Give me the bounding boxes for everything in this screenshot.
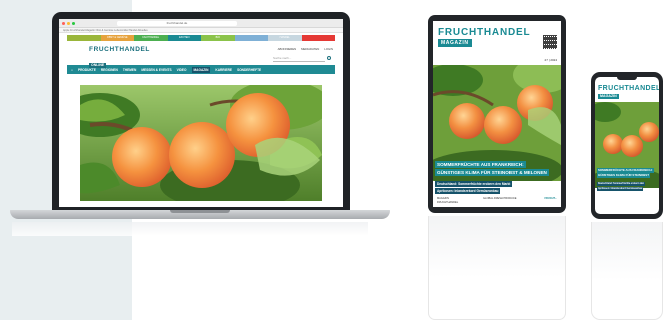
tablet-screen: FRUCHTHANDEL MAGAZIN 27 | 2024 SOMMERFRÜ… <box>433 21 561 207</box>
cover-headline-2: GÜNSTIGES KLIMA FÜR STEINOBST & MELONEN <box>435 169 549 176</box>
nav-item[interactable]: KARRIERE <box>215 68 232 72</box>
tablet-device: FRUCHTHANDEL MAGAZIN 27 | 2024 SOMMERFRÜ… <box>428 15 566 213</box>
hero-image <box>80 85 322 201</box>
laptop-notch <box>170 210 230 213</box>
cover-footer: MAGAZIN FRUCHTHANDEL GLOBAL FRESH PRODUC… <box>433 195 561 207</box>
magazine-sub: MAGAZIN <box>438 39 472 47</box>
home-icon[interactable]: ⌂ <box>71 68 73 72</box>
phone-magazine-title: FRUCHTHANDEL <box>598 85 659 92</box>
magazine-issue: 27 | 2024 <box>544 58 557 62</box>
nav-item[interactable]: VIDEO <box>177 68 187 72</box>
phone-screen: FRUCHTHANDEL MAGAZIN SOMMERFRÜCHTE AUS F… <box>595 77 659 214</box>
logo-badge: ONLINE <box>89 63 107 68</box>
phone-headline-4: Aprikosen: Inlandsrekord Gemüseanbau <box>597 187 644 191</box>
cover-headline-3: Deutschland: Sommerfrüchte erobern den M… <box>435 181 513 187</box>
footer-col2-line1: GLOBAL FRESH PRODUCE <box>483 197 517 200</box>
maximize-window-icon[interactable] <box>72 21 75 25</box>
phone-cover-photo: SOMMERFRÜCHTE AUS FRANKREICH: GÜNSTIGES … <box>595 102 659 188</box>
laptop-device: fruchthandel.de Apple Fruchthandel-Magaz… <box>10 12 390 242</box>
magazine-title: FRUCHTHANDEL <box>438 27 531 38</box>
bookmarks-bar[interactable]: Apple Fruchthandel-Magazin Obst & Gemüse… <box>59 28 343 33</box>
cover-headline-4: Aprikosen: Inlandsrekord Gemüseanbau <box>435 188 501 194</box>
phone-device: FRUCHTHANDEL MAGAZIN SOMMERFRÜCHTE AUS F… <box>591 72 663 219</box>
top-link-subscribe[interactable]: ABONNIEREN <box>278 47 297 51</box>
phone-headline-3: Deutschland: Sommerfrüchte erobern den <box>597 182 646 186</box>
nav-item[interactable]: MAGAZIN <box>191 66 211 73</box>
magazine-header: FRUCHTHANDEL MAGAZIN 27 | 2024 <box>433 21 561 65</box>
nav-item[interactable]: SONDERHEFTE <box>237 68 261 72</box>
site-header: FRUCHTHANDEL ONLINE ABONNIEREN MEDIADATE… <box>59 41 343 68</box>
phone-reflection <box>591 222 663 320</box>
logo-title: FRUCHTHANDEL <box>89 46 150 53</box>
search-icon[interactable] <box>327 56 331 60</box>
site-logo[interactable]: FRUCHTHANDEL ONLINE <box>89 46 150 71</box>
search-input[interactable]: Suche nach... <box>273 55 325 62</box>
laptop-reflection <box>12 222 368 236</box>
url-bar[interactable]: fruchthandel.de <box>117 20 237 26</box>
footer-col1-line2: FRUCHTHANDEL <box>437 200 459 204</box>
cover-photo: SOMMERFRÜCHTE AUS FRANKREICH: GÜNSTIGES … <box>433 65 561 181</box>
close-window-icon[interactable] <box>62 21 65 25</box>
tablet-reflection <box>428 216 566 320</box>
top-link-login[interactable]: LOGIN <box>324 47 333 51</box>
qr-code-icon <box>543 35 557 49</box>
cover-headline-1: SOMMERFRÜCHTE AUS FRANKREICH: <box>435 161 526 168</box>
phone-headline-2: GÜNSTIGES KLIMA FÜR STEINOBST <box>597 173 650 178</box>
minimize-window-icon[interactable] <box>67 21 70 25</box>
phone-magazine-sub: MAGAZIN <box>598 94 619 99</box>
phone-notch <box>617 77 637 80</box>
top-link-mediadata[interactable]: MEDIADATEN <box>301 47 319 51</box>
browser-toolbar: fruchthandel.de <box>59 19 343 28</box>
device-mockup-stage: fruchthandel.de Apple Fruchthandel-Magaz… <box>0 0 664 320</box>
footer-brand: FRUCHT... <box>544 197 557 200</box>
top-links: ABONNIEREN MEDIADATEN LOGIN <box>278 47 333 51</box>
